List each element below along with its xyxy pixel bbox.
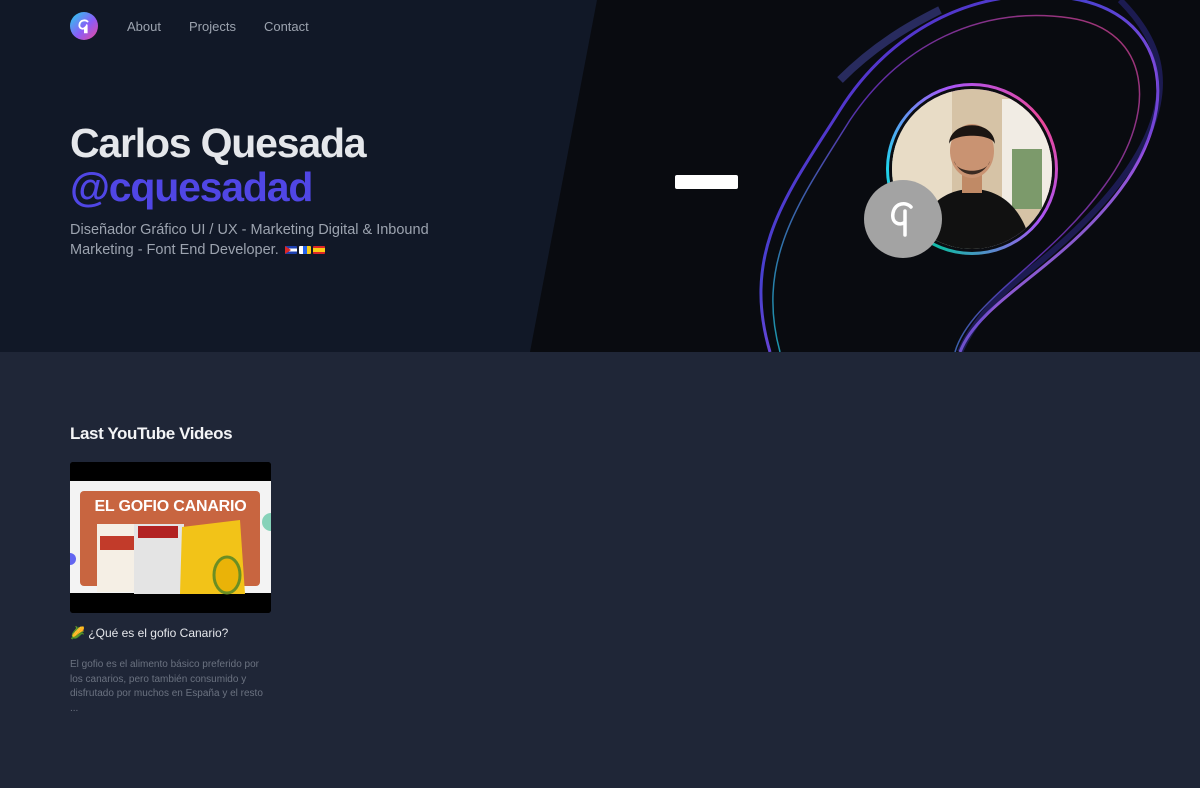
canary-islands-flag-icon bbox=[298, 246, 311, 255]
video-thumbnail[interactable]: EL GOFIO CANARIO bbox=[70, 462, 271, 613]
hero-description-text: Diseñador Gráfico UI / UX - Marketing Di… bbox=[70, 222, 429, 258]
hero-white-pill bbox=[675, 175, 738, 189]
hero-name: Carlos Quesada bbox=[70, 120, 367, 166]
flags bbox=[284, 246, 325, 255]
hero-description: Diseñador Gráfico UI / UX - Marketing Di… bbox=[70, 220, 430, 260]
section-title: Last YouTube Videos bbox=[70, 424, 233, 443]
brand-logo-icon[interactable] bbox=[70, 12, 98, 40]
video-title[interactable]: 🌽 ¿Qué es el gofio Canario? bbox=[70, 625, 271, 641]
nav-link-about[interactable]: About bbox=[127, 19, 161, 34]
thumbnail-title: EL GOFIO CANARIO bbox=[94, 498, 247, 515]
video-card[interactable]: EL GOFIO CANARIO 🌽 ¿Qué es el gofio Cana… bbox=[70, 462, 271, 716]
hero-handle: @cquesadad bbox=[70, 164, 313, 210]
video-description: El gofio es el alimento básico preferido… bbox=[70, 659, 263, 714]
abstract-swirl-image bbox=[759, 0, 1163, 352]
nav-link-projects[interactable]: Projects bbox=[189, 19, 236, 34]
nav-link-contact[interactable]: Contact bbox=[264, 19, 309, 34]
spain-flag-icon bbox=[312, 246, 325, 255]
brand-badge-icon bbox=[864, 180, 942, 258]
top-nav: About Projects Contact bbox=[70, 12, 309, 40]
cuba-flag-icon bbox=[284, 246, 297, 255]
hero-section: About Projects Contact Carlos Quesada @c… bbox=[0, 0, 1200, 352]
